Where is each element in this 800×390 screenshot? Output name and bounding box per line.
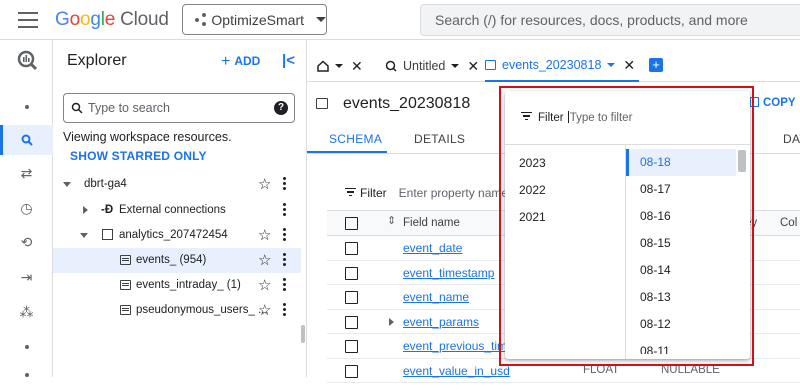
tree-item-events-table[interactable]: events_ (954) ☆ [53, 248, 301, 273]
query-icon [385, 60, 397, 72]
select-all-checkbox[interactable] [345, 217, 358, 230]
tree-item-project[interactable]: dbrt-ga4 ☆ [53, 172, 301, 197]
table-icon [120, 280, 131, 290]
row-checkbox[interactable] [345, 364, 358, 378]
schema-filter[interactable]: Filter Enter property name [345, 186, 508, 200]
table-icon [485, 60, 496, 70]
row-checkbox[interactable] [345, 291, 358, 304]
dataset-icon [102, 229, 113, 240]
tab-bar: ✕ Untitled ✕ events_20230818 ✕ + [307, 50, 800, 82]
partner-center-icon[interactable]: ⁂ [0, 297, 53, 327]
tab-home[interactable]: ✕ [317, 50, 363, 82]
bigquery-icon[interactable] [0, 45, 53, 75]
close-icon[interactable]: ✕ [623, 57, 635, 74]
tree-item-dataset[interactable]: analytics_207472454 ☆ [53, 223, 301, 248]
explorer-search-input[interactable]: Type to search ? [63, 93, 295, 123]
left-rail: ⇄ ◷ ⟲ ⇥ ⁂ [0, 40, 53, 377]
close-icon[interactable]: ✕ [351, 58, 363, 75]
google-cloud-logo[interactable]: Google Cloud [55, 9, 169, 31]
chevron-right-icon[interactable] [83, 206, 88, 214]
project-picker[interactable]: OptimizeSmart [182, 4, 327, 35]
tab-untitled[interactable]: Untitled ✕ [385, 50, 479, 82]
row-checkbox[interactable] [345, 315, 358, 329]
tree-item-external-connections[interactable]: -Ð External connections [53, 198, 301, 223]
menu-icon[interactable] [18, 12, 38, 28]
chevron-down-icon[interactable] [607, 63, 616, 67]
more-vert-icon[interactable] [283, 303, 287, 318]
collapse-panel-icon[interactable]: |< [282, 52, 295, 69]
annotation-highlight-box [499, 86, 754, 366]
search-icon [71, 102, 83, 114]
rail-dot-icon [0, 92, 53, 122]
row-checkbox[interactable] [345, 242, 358, 255]
search-input[interactable]: Search (/) for resources, docs, products… [420, 4, 800, 36]
new-tab-icon[interactable]: + [649, 58, 663, 72]
tab-details[interactable]: DETAILS [414, 132, 465, 146]
rail-dot-icon [0, 360, 53, 390]
row-checkbox[interactable] [345, 266, 358, 280]
more-vert-icon[interactable] [283, 177, 287, 192]
tree-item-events-intraday[interactable]: events_intraday_ (1) ☆ [53, 273, 301, 298]
plus-icon: + [221, 53, 231, 70]
transfers-icon[interactable]: ⇄ [0, 158, 53, 188]
close-icon[interactable]: ✕ [467, 58, 479, 75]
help-icon[interactable]: ? [274, 101, 288, 115]
copy-button[interactable]: COPY [750, 97, 796, 109]
tab-schema[interactable]: SCHEMA [329, 132, 382, 146]
more-vert-icon[interactable] [283, 253, 287, 268]
home-icon [317, 60, 329, 72]
tree-item-pseudonymous-users[interactable]: pseudonymous_users_ ... ☆ [53, 298, 301, 323]
connection-icon: -Ð [101, 204, 114, 216]
table-icon [316, 98, 328, 109]
table-icon [120, 255, 131, 265]
chevron-down-icon[interactable] [63, 182, 71, 187]
viewing-text: Viewing workspace resources. [63, 130, 232, 144]
more-vert-icon[interactable] [283, 278, 287, 293]
scheduled-queries-icon[interactable]: ◷ [0, 193, 53, 223]
star-icon[interactable]: ☆ [258, 301, 271, 319]
add-button[interactable]: + ADD [221, 53, 260, 71]
tab-data[interactable]: DAT [783, 132, 800, 146]
star-icon[interactable]: ☆ [258, 251, 271, 269]
more-vert-icon[interactable] [283, 228, 287, 243]
page-title: events_20230818 [343, 95, 471, 112]
table-icon [120, 305, 131, 315]
chevron-down-icon[interactable] [451, 64, 460, 68]
sort-icon[interactable]: ⇕ [387, 214, 396, 227]
project-name: OptimizeSmart [211, 11, 304, 28]
star-icon[interactable]: ☆ [258, 175, 271, 193]
rail-dot-icon [0, 332, 53, 362]
dataflow-icon[interactable]: ⇥ [0, 262, 53, 292]
explorer-panel: Explorer + ADD |< Type to search ? Viewin… [53, 40, 307, 377]
row-checkbox[interactable] [345, 340, 358, 353]
top-bar: Google Cloud OptimizeSmart Search (/) for… [0, 0, 800, 40]
tab-events-20230818[interactable]: events_20230818 ✕ [485, 50, 640, 82]
chevron-down-icon[interactable] [335, 64, 343, 68]
chevron-right-icon[interactable] [389, 317, 394, 326]
show-starred-link[interactable]: SHOW STARRED ONLY [70, 149, 207, 163]
star-icon[interactable]: ☆ [258, 276, 271, 294]
active-tab-indicator [307, 151, 387, 153]
chevron-down-icon [316, 17, 326, 22]
chevron-down-icon[interactable] [80, 233, 88, 238]
explorer-scrollbar[interactable] [301, 325, 305, 343]
star-icon[interactable]: ☆ [258, 226, 271, 244]
project-icon [195, 12, 206, 27]
more-vert-icon[interactable] [283, 203, 287, 218]
explorer-title: Explorer [67, 52, 127, 69]
analytics-hub-icon[interactable]: ⟲ [0, 227, 53, 257]
filter-icon [345, 187, 356, 196]
search-icon[interactable] [0, 125, 53, 155]
